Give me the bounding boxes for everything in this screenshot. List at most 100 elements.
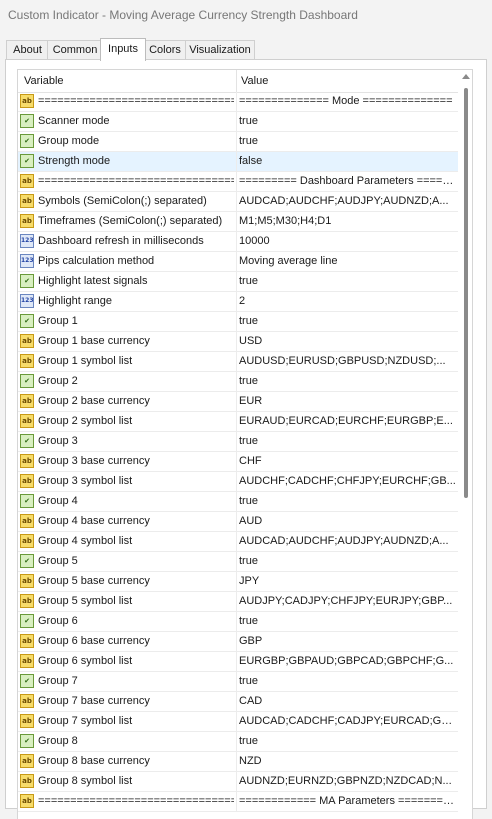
variable-cell: Symbols (SemiColon(;) separated) (38, 195, 207, 207)
string-icon: ab (20, 194, 34, 208)
value-cell[interactable]: ========= Dashboard Parameters =====... (239, 172, 456, 191)
window-title: Custom Indicator - Moving Average Curren… (8, 8, 358, 22)
value-cell[interactable]: CHF (239, 452, 456, 471)
value-cell[interactable]: 2 (239, 292, 456, 311)
table-row[interactable]: 123 Pips calculation method Moving average… (18, 252, 458, 272)
string-icon: ab (20, 534, 34, 548)
table-row[interactable]: ✔ Group 7 true (18, 672, 458, 692)
table-row[interactable]: ✔ Group 6 true (18, 612, 458, 632)
tab-about[interactable]: About (6, 40, 49, 60)
tab-colors[interactable]: Colors (143, 40, 187, 60)
table-row[interactable]: ab Group 7 base currency CAD (18, 692, 458, 712)
table-row[interactable]: ✔ Highlight latest signals true (18, 272, 458, 292)
string-icon: ab (20, 414, 34, 428)
value-cell[interactable]: true (239, 732, 456, 751)
value-cell[interactable]: true (239, 432, 456, 451)
value-cell[interactable]: GBP (239, 632, 456, 651)
column-divider (236, 252, 237, 271)
table-row[interactable]: ab Group 6 base currency GBP (18, 632, 458, 652)
header-variable[interactable]: Variable (24, 70, 64, 92)
value-cell[interactable]: JPY (239, 572, 456, 591)
value-cell[interactable]: AUDCAD;AUDCHF;AUDJPY;AUDNZD;A... (239, 192, 456, 211)
table-row[interactable]: ab Group 7 symbol list AUDCAD;CADCHF;CADJP… (18, 712, 458, 732)
table-row[interactable]: ✔ Group mode true (18, 132, 458, 152)
value-cell[interactable]: AUDCAD;CADCHF;CADJPY;EURCAD;GB... (239, 712, 456, 731)
value-cell[interactable]: 10000 (239, 232, 456, 251)
value-cell[interactable]: AUDJPY;CADJPY;CHFJPY;EURJPY;GBP... (239, 592, 456, 611)
vertical-scrollbar[interactable] (459, 70, 472, 819)
table-row[interactable]: ab Symbols (SemiColon(;) separated) AUDCAD… (18, 192, 458, 212)
boolean-icon: ✔ (20, 374, 34, 388)
header-value[interactable]: Value (241, 70, 268, 92)
table-row[interactable]: ✔ Scanner mode true (18, 112, 458, 132)
value-cell[interactable]: NZD (239, 752, 456, 771)
value-cell[interactable]: true (239, 552, 456, 571)
table-row[interactable]: ab Group 5 symbol list AUDJPY;CADJPY;CHFJP… (18, 592, 458, 612)
value-cell[interactable]: EURGBP;GBPAUD;GBPCAD;GBPCHF;G... (239, 652, 456, 671)
value-cell[interactable]: CAD (239, 692, 456, 711)
variable-cell: Highlight range (38, 295, 112, 307)
table-row[interactable]: ✔ Group 3 true (18, 432, 458, 452)
tab-common[interactable]: Common (47, 40, 103, 60)
variable-cell: Scanner mode (38, 115, 110, 127)
table-row[interactable]: 123 Dashboard refresh in milliseconds 1000… (18, 232, 458, 252)
variable-cell: Group 1 (38, 315, 78, 327)
table-row[interactable]: ✔ Group 4 true (18, 492, 458, 512)
table-row[interactable]: ✔ Group 5 true (18, 552, 458, 572)
table-row[interactable]: ✔ Group 2 true (18, 372, 458, 392)
value-cell[interactable]: AUDCHF;CADCHF;CHFJPY;EURCHF;GB... (239, 472, 456, 491)
table-row[interactable]: ab Group 4 symbol list AUDCAD;AUDCHF;AUDJP… (18, 532, 458, 552)
scroll-thumb[interactable] (464, 88, 468, 498)
value-cell[interactable]: true (239, 372, 456, 391)
value-cell[interactable]: ============== Mode ============== (239, 92, 456, 111)
column-divider (236, 792, 237, 811)
value-cell[interactable]: true (239, 492, 456, 511)
table-row[interactable]: ab ================================ ======… (18, 92, 458, 112)
table-row[interactable]: ab ================================ ======… (18, 792, 458, 812)
value-cell[interactable]: AUDUSD;EURUSD;GBPUSD;NZDUSD;... (239, 352, 456, 371)
variable-cell: Group mode (38, 135, 100, 147)
tab-visualization[interactable]: Visualization (185, 40, 255, 60)
value-cell[interactable]: true (239, 672, 456, 691)
table-row[interactable]: ✔ Group 8 true (18, 732, 458, 752)
value-cell[interactable]: AUDCAD;AUDCHF;AUDJPY;AUDNZD;A... (239, 532, 456, 551)
table-row[interactable]: ab Group 8 symbol list AUDNZD;EURNZD;GBPNZ… (18, 772, 458, 792)
value-cell[interactable]: false (239, 152, 456, 171)
table-row[interactable]: ✔ Strength mode false (18, 152, 458, 172)
value-cell[interactable]: true (239, 132, 456, 151)
value-cell[interactable]: true (239, 612, 456, 631)
table-row[interactable]: ab Group 2 base currency EUR (18, 392, 458, 412)
variable-cell: Group 2 (38, 375, 78, 387)
value-cell[interactable]: AUDNZD;EURNZD;GBPNZD;NZDCAD;N... (239, 772, 456, 791)
boolean-icon: ✔ (20, 314, 34, 328)
table-row[interactable]: ab Group 6 symbol list EURGBP;GBPAUD;GBPCA… (18, 652, 458, 672)
table-row[interactable]: ab Group 8 base currency NZD (18, 752, 458, 772)
scroll-up-arrow-icon[interactable] (462, 74, 470, 79)
value-cell[interactable]: EUR (239, 392, 456, 411)
variable-cell: Group 6 symbol list (38, 655, 133, 667)
table-row[interactable]: ab Group 1 base currency USD (18, 332, 458, 352)
table-row[interactable]: ab Group 4 base currency AUD (18, 512, 458, 532)
value-cell[interactable]: EURAUD;EURCAD;EURCHF;EURGBP;E... (239, 412, 456, 431)
table-row[interactable]: ab Group 1 symbol list AUDUSD;EURUSD;GBPUS… (18, 352, 458, 372)
value-cell[interactable]: true (239, 112, 456, 131)
tab-inputs[interactable]: Inputs (100, 38, 146, 61)
value-cell[interactable]: M1;M5;M30;H4;D1 (239, 212, 456, 231)
table-row[interactable]: ab Group 3 symbol list AUDCHF;CADCHF;CHFJP… (18, 472, 458, 492)
table-row[interactable]: 123 Highlight range 2 (18, 292, 458, 312)
table-row[interactable]: ab Group 2 symbol list EURAUD;EURCAD;EURCH… (18, 412, 458, 432)
column-divider (236, 152, 237, 171)
value-cell[interactable]: USD (239, 332, 456, 351)
value-cell[interactable]: AUD (239, 512, 456, 531)
value-cell[interactable]: ============ MA Parameters =========... (239, 792, 456, 811)
table-row[interactable]: ab Timeframes (SemiColon(;) separated) M1;… (18, 212, 458, 232)
table-row[interactable]: ✔ Group 1 true (18, 312, 458, 332)
table-row[interactable]: ab Group 5 base currency JPY (18, 572, 458, 592)
value-cell[interactable]: Moving average line (239, 252, 456, 271)
table-row[interactable]: ab ================================ ======… (18, 172, 458, 192)
string-icon: ab (20, 474, 34, 488)
table-row[interactable]: ab Group 3 base currency CHF (18, 452, 458, 472)
value-cell[interactable]: true (239, 272, 456, 291)
string-icon: ab (20, 454, 34, 468)
value-cell[interactable]: true (239, 312, 456, 331)
